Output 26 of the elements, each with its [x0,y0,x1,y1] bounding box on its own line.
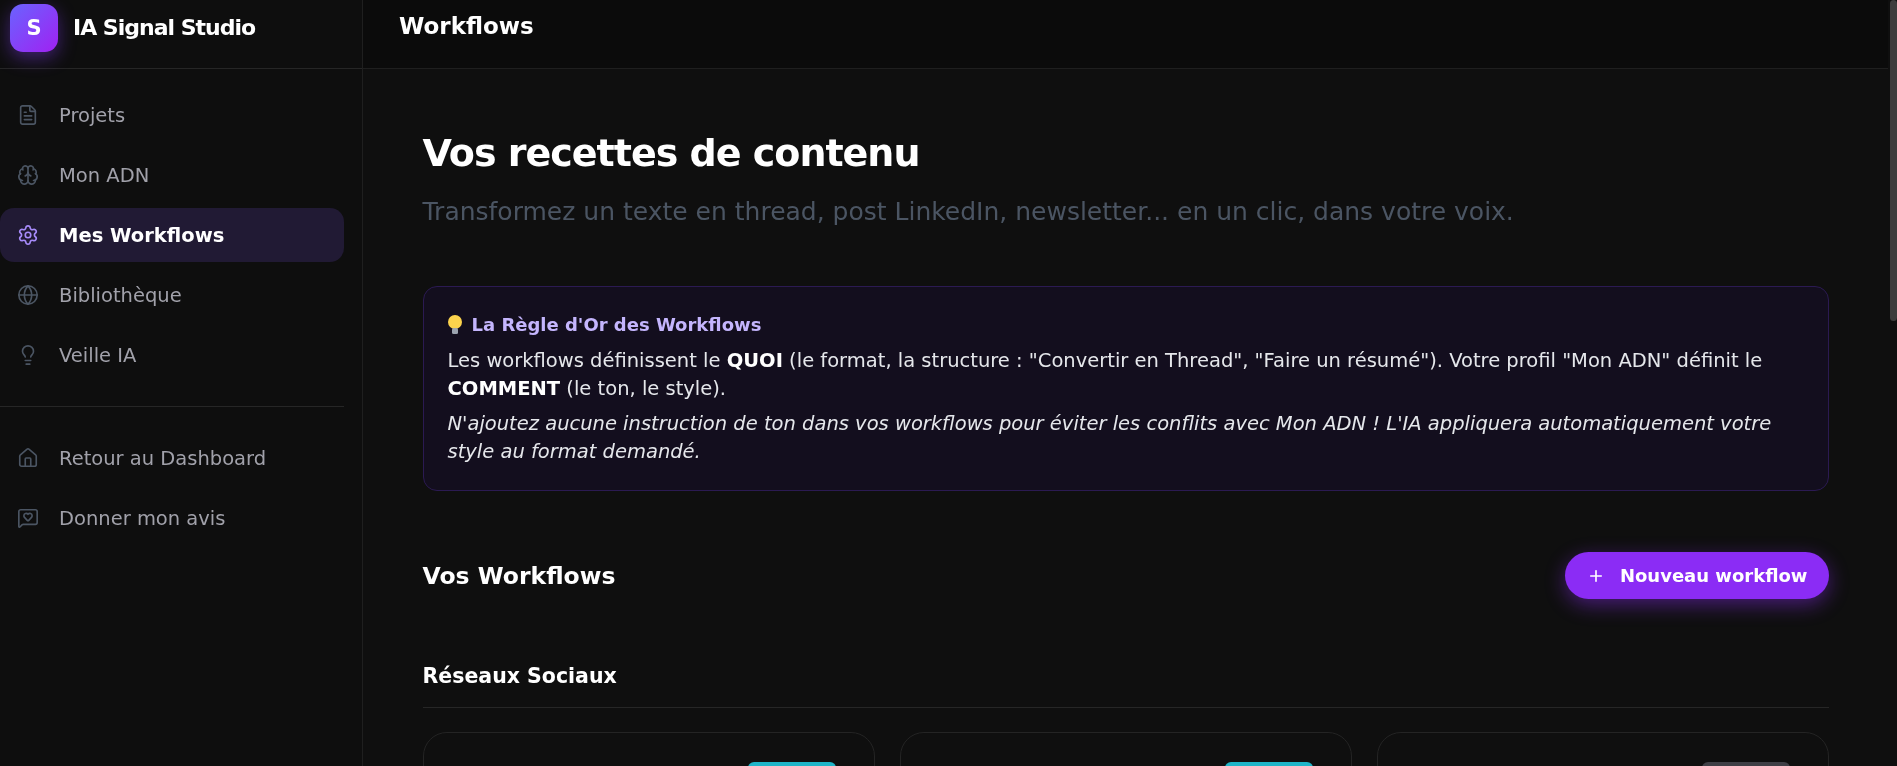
nav-item[interactable]: Bibliothèque [0,268,344,322]
settings-icon [17,224,39,246]
scrollbar-thumb[interactable] [1890,0,1897,321]
nav-item[interactable]: Veille IA [0,328,344,382]
app-logo: S [10,3,58,52]
tip-note: N'ajoutez aucune instruction de ton dans vos workflows pour éviter les conflits avec Mon ADN ! L'IA appliquera automatiquement votre style au format demandé. [447,411,1773,465]
hero-subtitle: Transformez un texte en thread, post LinkedIn, newsletter... en un clic, dans votre voix. [422,196,1515,228]
nav-item[interactable]: Projets [0,88,344,142]
nav-link[interactable]: Donner mon avis [0,491,344,545]
tip-text: Les workflows définissent le QUOI (le format, la structure : "Convertir en Thread", "Faire un résumé"). Votre profil "Mon ADN" définit le COMMENT (le ton, le style). [447,348,1764,402]
brain-icon [17,164,39,186]
document-icon [17,104,39,126]
tip-title: La Règle d'Or des Workflows [471,313,762,335]
lightbulb-icon [447,314,462,334]
brand-name: IA Signal Studio [73,15,256,40]
nav-item[interactable]: Mon ADN [0,148,344,202]
nav-item[interactable]: Mes Workflows [0,208,344,262]
page-title: Workflows [399,12,534,39]
heart-message-icon [17,507,39,529]
category-title: Réseaux Sociaux [422,663,618,690]
home-icon [17,447,39,469]
nav-link[interactable]: Retour au Dashboard [0,431,344,485]
hero-title: Vos recettes de contenu [422,130,921,176]
globe-icon [17,284,39,306]
new-workflow-button[interactable]: Nouveau workflow [1564,552,1829,599]
section-title: Vos Workflows [422,561,616,590]
